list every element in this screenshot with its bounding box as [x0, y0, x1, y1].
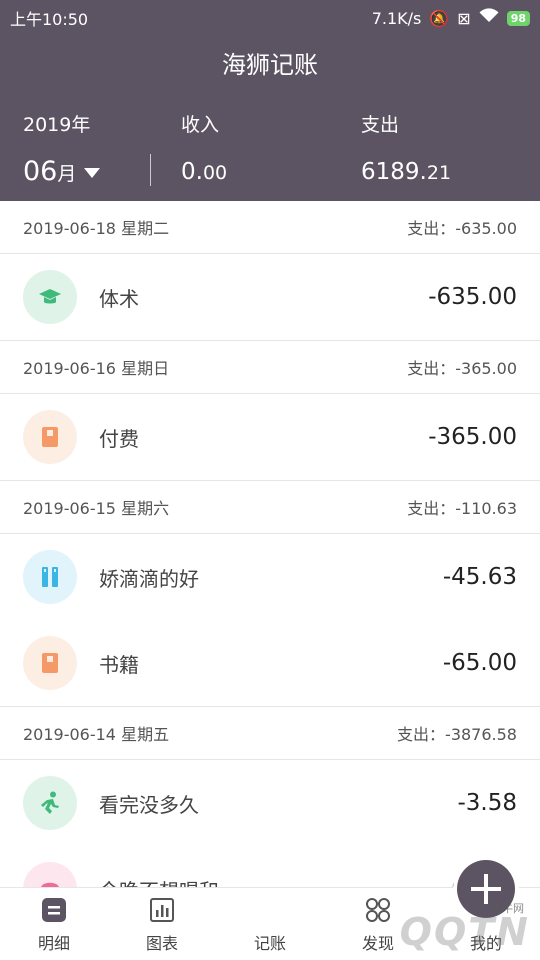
expense-summary: 支出 6189.21: [361, 110, 451, 191]
day-header: 2019-06-18 星期二 支出：-635.00: [0, 201, 540, 254]
income-label: 收入: [181, 114, 220, 136]
sim-icon: ⊠: [457, 8, 471, 28]
app-title: 海狮记账: [222, 51, 318, 79]
watermark-small: 腾牛网: [491, 902, 524, 915]
income-int: 0.: [181, 159, 203, 185]
day-group: 2019-06-18 星期二 支出：-635.00 体术 -635.00: [0, 201, 540, 341]
usb-icon: [23, 550, 77, 604]
list-item[interactable]: 看完没多久 -3.58: [0, 760, 540, 846]
summary-divider: [150, 154, 151, 186]
day-total: 支出：-110.63: [407, 499, 517, 518]
month-suffix: 月: [57, 163, 77, 185]
book-icon: [23, 410, 77, 464]
tab-label: 明细: [37, 934, 70, 953]
item-name: 今晚不想喝和: [99, 875, 443, 889]
day-header: 2019-06-14 星期五 支出：-3876.58: [0, 707, 540, 760]
item-name: 娇滴滴的好: [99, 566, 199, 591]
graduation-cap-icon: [23, 270, 77, 324]
expense-int: 6189.: [361, 159, 427, 185]
day-date: 2019-06-18 星期二: [23, 219, 170, 238]
network-speed: 7.1K/s: [371, 8, 422, 28]
book-icon: [23, 636, 77, 690]
day-total: 支出：-635.00: [407, 219, 517, 238]
item-amount: -3.58: [457, 790, 517, 816]
item-amount: -45.63: [442, 564, 517, 590]
bottom-tab-bar: 明细 图表 记账 发现 我的 QQTN 腾牛网: [0, 860, 540, 960]
day-group: 2019-06-15 星期六 支出：-110.63 娇滴滴的好 -45.63 书…: [0, 481, 540, 707]
day-header: 2019-06-15 星期六 支出：-110.63: [0, 481, 540, 534]
transaction-list[interactable]: 2019-06-18 星期二 支出：-635.00 体术 -635.00 201…: [0, 201, 540, 888]
tab-charts[interactable]: 图表: [108, 888, 216, 960]
tab-label: 记账: [253, 934, 286, 953]
day-date: 2019-06-16 星期日: [23, 359, 170, 378]
header: 上午10:50 7.1K/s 🔕 ⊠ 98 海狮记账 2019年 06月 收入 …: [0, 0, 540, 201]
tab-add-record[interactable]: 记账: [216, 860, 515, 960]
status-time: 上午10:50: [10, 10, 89, 29]
item-name: 书籍: [99, 652, 139, 677]
day-total: 支出：-3876.58: [397, 725, 517, 744]
day-date: 2019-06-15 星期六: [23, 499, 170, 518]
item-name: 付费: [99, 426, 139, 451]
status-bar: 上午10:50 7.1K/s 🔕 ⊠ 98: [0, 0, 540, 36]
list-item[interactable]: 体术 -635.00: [0, 254, 540, 341]
list-item[interactable]: 书籍 -65.00: [0, 620, 540, 707]
tab-label: 发现: [361, 934, 394, 953]
income-dec: 00: [202, 162, 228, 184]
summary-panel: 2019年 06月 收入 0.00 支出 6189.21: [0, 110, 540, 200]
item-name: 看完没多久: [99, 792, 199, 817]
day-group: 2019-06-16 星期日 支出：-365.00 付费 -365.00: [0, 341, 540, 481]
tab-label: 图表: [145, 934, 178, 953]
day-date: 2019-06-14 星期五: [23, 725, 170, 744]
tab-details[interactable]: 明细: [0, 888, 108, 960]
item-amount: -65.00: [442, 650, 517, 676]
month-number: 06: [23, 156, 58, 187]
day-header: 2019-06-16 星期日 支出：-365.00: [0, 341, 540, 394]
runner-icon: [23, 776, 77, 830]
wifi-icon: [479, 8, 499, 28]
item-name: 体术: [99, 286, 139, 311]
chart-icon: [150, 898, 174, 922]
list-item[interactable]: 娇滴滴的好 -45.63: [0, 534, 540, 620]
item-amount: -635.00: [428, 284, 517, 310]
list-item[interactable]: 付费 -365.00: [0, 394, 540, 481]
battery-icon: 98: [506, 10, 530, 26]
month-selector[interactable]: 2019年 06月: [23, 110, 101, 192]
grid-icon: [366, 898, 390, 922]
cupcake-icon: [23, 862, 77, 888]
caret-down-icon[interactable]: [84, 167, 101, 178]
expense-dec: 21: [426, 162, 452, 184]
income-summary: 收入 0.00: [181, 110, 227, 191]
year-label: 2019年: [23, 114, 91, 136]
item-amount: -365.00: [428, 424, 517, 450]
list-icon: [42, 898, 66, 922]
expense-label: 支出: [361, 114, 400, 136]
watermark: QQTN: [399, 910, 530, 954]
bell-off-icon: 🔕: [429, 8, 450, 28]
day-total: 支出：-365.00: [407, 359, 517, 378]
